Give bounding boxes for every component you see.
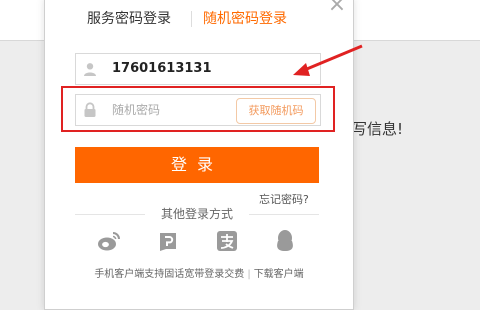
divider	[249, 214, 319, 215]
login-modal: × 服务密码登录 随机密码登录 17601613131 随机密码 获取随机码 登…	[44, 0, 354, 310]
divider	[75, 214, 145, 215]
p-icon[interactable]	[154, 227, 182, 255]
social-login-row	[75, 227, 319, 257]
tab-random-password[interactable]: 随机密码登录	[203, 7, 287, 31]
footer-separator: |	[247, 269, 251, 280]
login-button[interactable]: 登录	[75, 147, 319, 183]
alipay-icon[interactable]	[213, 227, 241, 255]
tab-service-password[interactable]: 服务密码登录	[87, 7, 171, 31]
other-login-heading: 其他登录方式	[75, 205, 319, 223]
background-info-text: 写信息!	[352, 120, 404, 138]
phone-value: 17601613131	[112, 61, 212, 76]
phone-field[interactable]: 17601613131	[75, 53, 321, 85]
annotation-highlight-box	[61, 86, 335, 132]
footer-text: 手机客户端支持固话宽带登录交费	[94, 269, 245, 280]
modal-footer: 手机客户端支持固话宽带登录交费 | 下载客户端	[45, 265, 353, 280]
login-tabs: 服务密码登录 随机密码登录	[45, 7, 353, 31]
tab-divider	[191, 11, 192, 27]
user-icon	[76, 54, 104, 84]
weibo-icon[interactable]	[95, 227, 123, 255]
other-login-label: 其他登录方式	[160, 207, 233, 221]
qq-icon[interactable]	[271, 227, 299, 255]
download-client-link[interactable]: 下载客户端	[254, 269, 304, 280]
